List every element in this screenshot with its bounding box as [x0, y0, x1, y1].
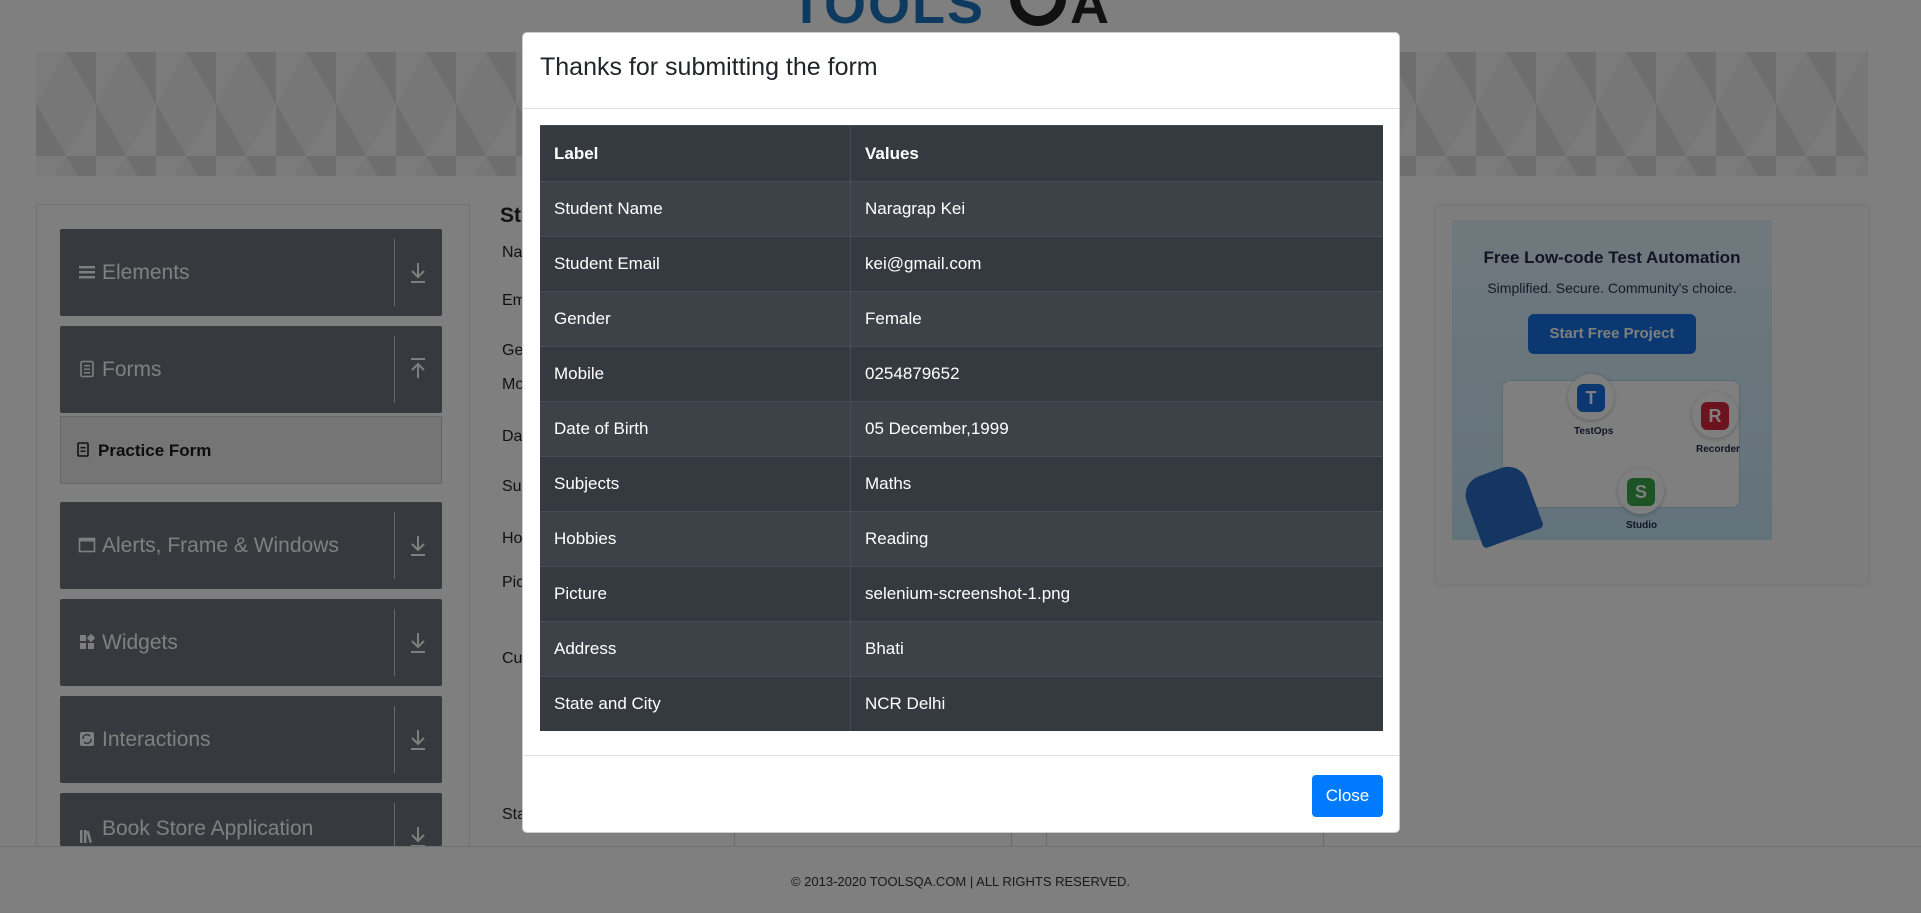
row-label: Student Name [540, 181, 851, 237]
modal-header: Thanks for submitting the form [523, 33, 1399, 109]
submission-modal: Thanks for submitting the form Label Val… [522, 32, 1400, 833]
table-row: Subjects Maths [540, 456, 1383, 512]
row-label: Date of Birth [540, 401, 851, 457]
table-row: Hobbies Reading [540, 511, 1383, 567]
row-label: Address [540, 621, 851, 677]
row-value: NCR Delhi [850, 676, 1383, 731]
row-value: Naragrap Kei [850, 181, 1383, 237]
table-row: Student Name Naragrap Kei [540, 181, 1383, 237]
table-row: State and City NCR Delhi [540, 676, 1383, 731]
table-row: Address Bhati [540, 621, 1383, 677]
row-label: Hobbies [540, 511, 851, 567]
row-label: Gender [540, 291, 851, 347]
row-value: Bhati [850, 621, 1383, 677]
row-label: Student Email [540, 236, 851, 292]
row-value: Reading [850, 511, 1383, 567]
submission-results-table: Label Values Student Name Naragrap Kei St… [540, 125, 1383, 731]
row-label: Subjects [540, 456, 851, 512]
table-header-row: Label Values [540, 125, 1383, 182]
close-button[interactable]: Close [1312, 775, 1383, 817]
table-row: Date of Birth 05 December,1999 [540, 401, 1383, 457]
row-value: 05 December,1999 [850, 401, 1383, 457]
column-header-values: Values [850, 125, 1383, 182]
column-header-label: Label [540, 125, 851, 182]
table-row: Picture selenium-screenshot-1.png [540, 566, 1383, 622]
row-value: Maths [850, 456, 1383, 512]
row-value: selenium-screenshot-1.png [850, 566, 1383, 622]
row-value: 0254879652 [850, 346, 1383, 402]
row-label: Picture [540, 566, 851, 622]
row-value: Female [850, 291, 1383, 347]
modal-title: Thanks for submitting the form [540, 53, 878, 81]
table-row: Mobile 0254879652 [540, 346, 1383, 402]
row-value: kei@gmail.com [850, 236, 1383, 292]
modal-footer [523, 755, 1399, 834]
row-label: Mobile [540, 346, 851, 402]
table-row: Student Email kei@gmail.com [540, 236, 1383, 292]
table-row: Gender Female [540, 291, 1383, 347]
row-label: State and City [540, 676, 851, 731]
